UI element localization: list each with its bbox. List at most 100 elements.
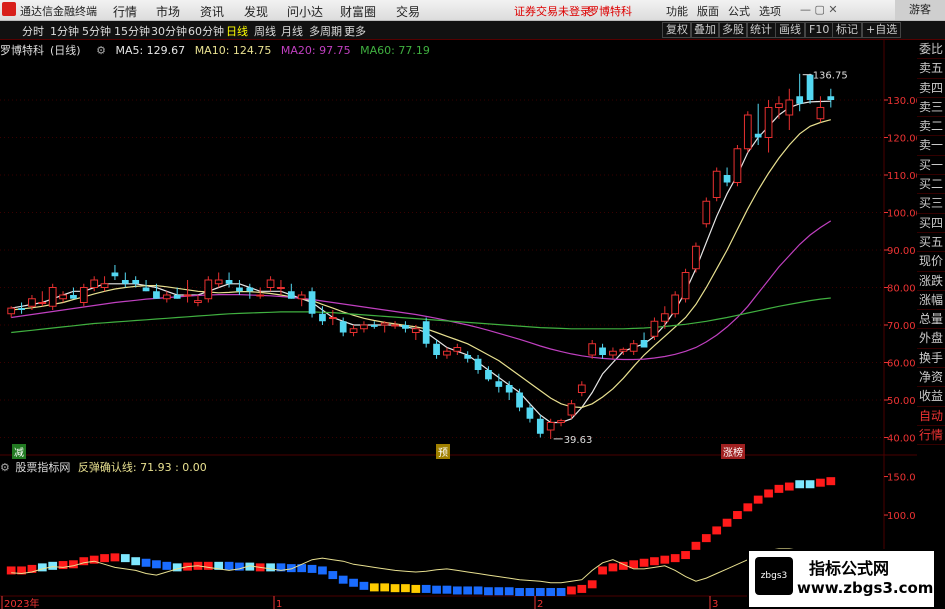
menu-market[interactable]: 市场 <box>156 3 180 20</box>
side-panel-item[interactable]: 净资 <box>917 368 945 388</box>
price-tick-label: 50.00 <box>887 396 916 407</box>
indicator-block <box>784 482 794 491</box>
side-panel-item[interactable]: 现价 <box>917 252 945 272</box>
window-controls-icon[interactable]: — ▢ ✕ <box>800 3 838 16</box>
indicator-block <box>380 583 390 592</box>
side-panel-item[interactable]: 卖三 <box>917 98 945 118</box>
side-panel-item[interactable]: 买三 <box>917 194 945 214</box>
side-panel-item[interactable]: 换手 <box>917 349 945 369</box>
mark-button[interactable]: 标记 <box>832 22 862 38</box>
indicator-block <box>411 584 421 593</box>
indicator-block <box>152 560 161 569</box>
indicator-block <box>318 566 327 575</box>
indicator-block <box>266 563 275 572</box>
tab-monthly[interactable]: 月线 <box>281 23 303 39</box>
settings-icon[interactable]: ⚙ <box>0 461 10 474</box>
candle-body-up <box>764 107 773 138</box>
indicator-block <box>515 588 524 596</box>
tab-30min[interactable]: 30分钟 <box>151 23 187 39</box>
menu-discover[interactable]: 发现 <box>244 3 268 20</box>
menu-quotes[interactable]: 行情 <box>113 3 137 20</box>
indicator-block <box>546 588 556 596</box>
menu-ask[interactable]: 问小达 <box>287 3 323 20</box>
tab-1min[interactable]: 1分钟 <box>50 23 79 39</box>
side-panel-item[interactable]: 卖二 <box>917 117 945 137</box>
candle-body-up <box>391 324 399 327</box>
tab-multi-period[interactable]: 多周期 <box>309 23 342 39</box>
adjust-button[interactable]: 复权 <box>662 22 692 38</box>
candle-body-down <box>370 325 378 327</box>
guest-button[interactable]: 游客 <box>895 0 945 20</box>
candle-body-up <box>785 99 794 116</box>
draw-button[interactable]: 画线 <box>775 22 805 38</box>
title-stock-name: 罗博特科 <box>588 5 632 18</box>
candle-body-down <box>132 280 140 284</box>
indicator-block <box>338 575 348 584</box>
multi-stock-button[interactable]: 多股 <box>718 22 748 38</box>
indicator-block <box>120 554 130 563</box>
menu-wealth[interactable]: 财富圈 <box>340 3 376 20</box>
tab-weekly[interactable]: 周线 <box>254 23 276 39</box>
indicator-block <box>484 587 493 596</box>
indicator-block <box>805 480 815 489</box>
kline-chart[interactable]: 130.00 120.00 110.00 100.00 90.00 80.00 70.00 6… <box>0 40 917 609</box>
candle-body-down <box>121 280 129 284</box>
tab-15min[interactable]: 15分钟 <box>114 23 150 39</box>
side-panel-item[interactable]: 卖五 <box>917 59 945 79</box>
overlay-button[interactable]: 叠加 <box>690 22 720 38</box>
menu-function[interactable]: 功能 <box>666 3 688 19</box>
stats-button[interactable]: 统计 <box>746 22 776 38</box>
high-label: 136.75 <box>813 71 848 82</box>
candle-body-up <box>214 279 223 285</box>
login-notice[interactable]: 证券交易未登录 <box>514 3 591 19</box>
candle-body-down <box>505 385 513 393</box>
event-badge-forecast[interactable]: 预 <box>436 444 450 459</box>
side-panel-item[interactable]: 买二 <box>917 175 945 195</box>
price-tick-label: 90.00 <box>887 246 916 257</box>
side-panel-item[interactable]: 买五 <box>917 233 945 253</box>
side-panel-item[interactable]: 卖一 <box>917 136 945 156</box>
f10-button[interactable]: F10 <box>805 22 834 38</box>
menu-trade[interactable]: 交易 <box>396 3 420 20</box>
event-badge-reduce[interactable]: 减 <box>12 444 26 459</box>
side-panel-item[interactable]: 委比 <box>917 40 945 60</box>
indicator-block <box>722 518 732 527</box>
candle-body-down <box>474 358 482 370</box>
indicator-panel <box>6 477 836 596</box>
candle-body-down <box>422 321 430 344</box>
menu-options[interactable]: 选项 <box>759 3 781 19</box>
side-panel-item[interactable]: 行情 <box>917 426 945 446</box>
settings-icon[interactable]: ⚙ <box>96 44 106 57</box>
candle-body-up <box>588 343 597 356</box>
menu-news[interactable]: 资讯 <box>200 3 224 20</box>
side-panel-item[interactable]: 总量 <box>917 310 945 330</box>
candle-body-down <box>70 295 77 299</box>
candle-body-up <box>453 347 462 352</box>
side-panel-item[interactable]: 外盘 <box>917 329 945 349</box>
indicator-block <box>442 585 452 594</box>
candle-body-up <box>567 403 576 416</box>
indicator-block <box>701 534 711 543</box>
menu-formula[interactable]: 公式 <box>728 3 750 19</box>
candle-body-down <box>236 287 243 292</box>
tab-intraday[interactable]: 分时 <box>22 23 44 39</box>
tab-60min[interactable]: 60分钟 <box>188 23 224 39</box>
candle-body-down <box>153 291 160 299</box>
tab-5min[interactable]: 5分钟 <box>82 23 111 39</box>
candle-body-down <box>339 321 347 333</box>
side-panel-item[interactable]: 买四 <box>917 214 945 233</box>
side-panel-item[interactable]: 卖四 <box>917 79 945 98</box>
menu-layout[interactable]: 版面 <box>697 3 719 19</box>
tab-daily[interactable]: 日线 <box>226 23 248 39</box>
price-tick-label: 120.00 <box>887 134 917 145</box>
add-watchlist-button[interactable]: +自选 <box>862 22 902 38</box>
side-panel-item[interactable]: 涨幅 <box>917 291 945 311</box>
side-panel-item[interactable]: 自动 <box>917 407 945 426</box>
ind-tick-label: 100.0 <box>887 511 916 522</box>
side-panel-item[interactable]: 收益 <box>917 387 945 407</box>
tab-more[interactable]: 更多 <box>344 23 366 39</box>
side-panel-item[interactable]: 涨跌 <box>917 272 945 291</box>
side-panel-item[interactable]: 买一 <box>917 156 945 176</box>
event-badge-gainlist[interactable]: 涨榜 <box>721 444 745 459</box>
candle-body-down <box>599 347 606 355</box>
